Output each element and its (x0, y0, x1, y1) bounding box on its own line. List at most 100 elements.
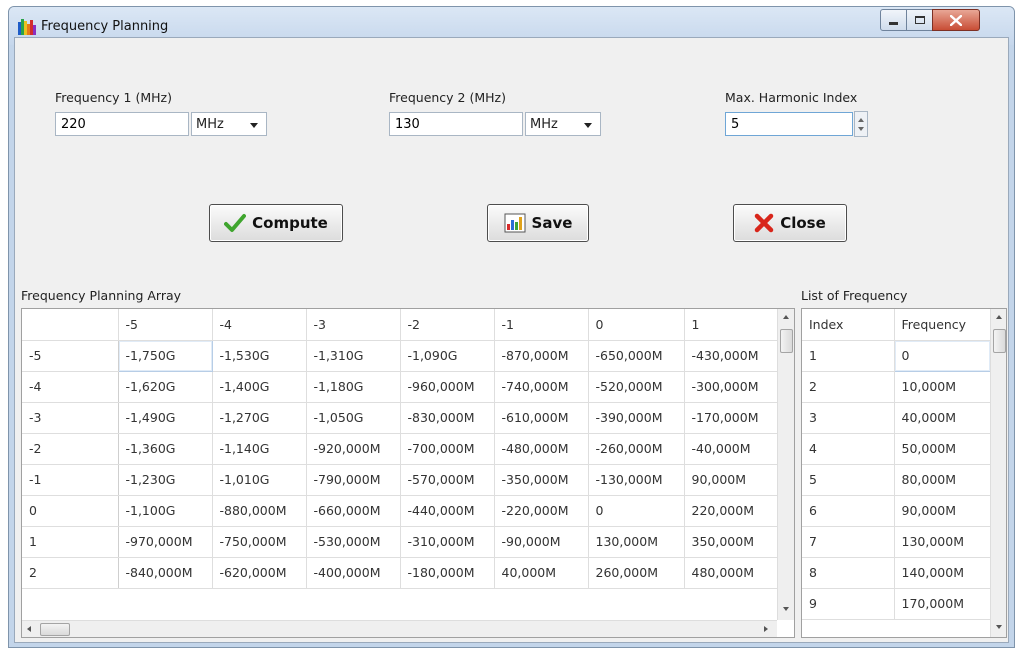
corner-header-cell[interactable] (22, 309, 119, 341)
table-cell[interactable]: -700,000M (400, 433, 495, 465)
table-cell[interactable]: -170,000M (684, 402, 779, 434)
list-item[interactable]: 4 50,000M (802, 433, 991, 465)
table-cell[interactable]: -180,000M (400, 557, 495, 589)
row-header[interactable]: 1 (22, 526, 119, 558)
scroll-up-icon[interactable] (996, 315, 1002, 319)
table-cell[interactable]: -660,000M (306, 495, 401, 527)
table-cell[interactable]: -870,000M (494, 340, 589, 372)
scroll-down-icon[interactable] (783, 607, 789, 611)
table-cell[interactable]: -740,000M (494, 371, 589, 403)
table-cell[interactable]: -1,400G (212, 371, 307, 403)
index-cell[interactable]: 1 (802, 340, 895, 372)
frequency-cell[interactable]: 170,000M (894, 588, 991, 620)
row-header[interactable]: -3 (22, 402, 119, 434)
table-cell[interactable]: 220,000M (684, 495, 779, 527)
index-cell[interactable]: 2 (802, 371, 895, 403)
table-cell[interactable]: -430,000M (684, 340, 779, 372)
table-cell[interactable]: -920,000M (306, 433, 401, 465)
table-cell[interactable]: -1,360G (118, 433, 213, 465)
frequency-cell[interactable]: 90,000M (894, 495, 991, 527)
table-cell[interactable]: -790,000M (306, 464, 401, 496)
table-cell[interactable]: -1,230G (118, 464, 213, 496)
table-cell[interactable]: -1,090G (400, 340, 495, 372)
table-cell[interactable]: -970,000M (118, 526, 213, 558)
row-header[interactable]: 2 (22, 557, 119, 589)
index-cell[interactable]: 3 (802, 402, 895, 434)
table-cell[interactable]: -520,000M (588, 371, 685, 403)
table-cell[interactable]: 350,000M (684, 526, 779, 558)
frequency-cell[interactable]: 0 (893, 339, 991, 372)
table-cell[interactable]: -1,620G (118, 371, 213, 403)
frequency-1-unit-select[interactable]: MHz (191, 112, 267, 136)
table-cell[interactable]: -840,000M (118, 557, 213, 589)
column-header[interactable]: 0 (588, 309, 685, 341)
index-cell[interactable]: 8 (802, 557, 895, 589)
list-item[interactable]: 7 130,000M (802, 526, 991, 558)
scrollbar-thumb[interactable] (993, 329, 1006, 353)
close-button[interactable]: Close (733, 204, 847, 242)
planning-array-vscroll[interactable] (777, 309, 794, 620)
table-cell[interactable]: -620,000M (212, 557, 307, 589)
row-header[interactable]: -2 (22, 433, 119, 465)
index-cell[interactable]: 5 (802, 464, 895, 496)
max-harmonic-index-input[interactable] (725, 112, 853, 136)
frequency-2-input[interactable] (389, 112, 523, 136)
frequency-cell[interactable]: 130,000M (894, 526, 991, 558)
table-cell[interactable]: -40,000M (684, 433, 779, 465)
list-item[interactable]: 3 40,000M (802, 402, 991, 434)
table-cell[interactable]: -750,000M (212, 526, 307, 558)
table-cell[interactable]: -390,000M (588, 402, 685, 434)
scroll-right-icon[interactable] (764, 626, 768, 632)
row-header[interactable]: -1 (22, 464, 119, 496)
table-cell[interactable]: -1,270G (212, 402, 307, 434)
table-cell[interactable]: -1,050G (306, 402, 401, 434)
planning-array-hscroll[interactable] (22, 620, 777, 637)
minimize-button[interactable] (880, 9, 907, 31)
table-cell[interactable]: 130,000M (588, 526, 685, 558)
max-harmonic-index-spinner[interactable] (854, 111, 868, 137)
spin-down-icon[interactable] (858, 127, 864, 131)
list-item[interactable]: 6 90,000M (802, 495, 991, 527)
list-item[interactable]: 8 140,000M (802, 557, 991, 589)
list-item[interactable]: 10 (802, 339, 991, 372)
row-header[interactable]: -5 (22, 340, 119, 372)
table-cell[interactable]: -650,000M (588, 340, 685, 372)
column-header[interactable]: -2 (400, 309, 495, 341)
table-cell[interactable]: -130,000M (588, 464, 685, 496)
table-cell[interactable]: 480,000M (684, 557, 779, 589)
table-cell[interactable]: -350,000M (494, 464, 589, 496)
list-item[interactable]: 2 10,000M (802, 371, 991, 403)
table-cell[interactable]: -1,530G (212, 340, 307, 372)
index-cell[interactable]: 9 (802, 588, 895, 620)
table-cell[interactable]: -1,140G (212, 433, 307, 465)
row-header[interactable]: -4 (22, 371, 119, 403)
table-cell[interactable]: -310,000M (400, 526, 495, 558)
table-cell[interactable]: -440,000M (400, 495, 495, 527)
column-header[interactable]: -1 (494, 309, 589, 341)
table-cell[interactable]: -1,490G (118, 402, 213, 434)
table-cell[interactable]: -400,000M (306, 557, 401, 589)
spin-up-icon[interactable] (858, 118, 864, 122)
frequency-list-grid[interactable]: Index Frequency 1 0 2 10,000M 3 40,000M 4 50,000… (801, 308, 1007, 638)
column-header[interactable]: -3 (306, 309, 401, 341)
index-cell[interactable]: 7 (802, 526, 895, 558)
table-cell[interactable]: -830,000M (400, 402, 495, 434)
table-cell[interactable]: -530,000M (306, 526, 401, 558)
list-item[interactable]: 9 170,000M (802, 588, 991, 620)
table-cell[interactable]: 40,000M (494, 557, 589, 589)
column-header[interactable]: -4 (212, 309, 307, 341)
list-item[interactable]: 5 80,000M (802, 464, 991, 496)
planning-array-grid[interactable]: -5 -4 -3 -2 -1 0 1 -5 -1,750G -1,530G -1,310G -1,0… (21, 308, 795, 638)
table-cell[interactable]: 90,000M (684, 464, 779, 496)
table-cell[interactable]: -480,000M (494, 433, 589, 465)
scroll-left-icon[interactable] (27, 626, 31, 632)
scrollbar-thumb[interactable] (40, 623, 70, 636)
table-cell[interactable]: -1,750G (117, 339, 213, 372)
table-cell[interactable]: -570,000M (400, 464, 495, 496)
index-cell[interactable]: 4 (802, 433, 895, 465)
column-header[interactable]: -5 (118, 309, 213, 341)
table-cell[interactable]: -1,010G (212, 464, 307, 496)
frequency-cell[interactable]: 140,000M (894, 557, 991, 589)
table-cell[interactable]: -1,100G (118, 495, 213, 527)
column-header[interactable]: Frequency (894, 309, 991, 341)
